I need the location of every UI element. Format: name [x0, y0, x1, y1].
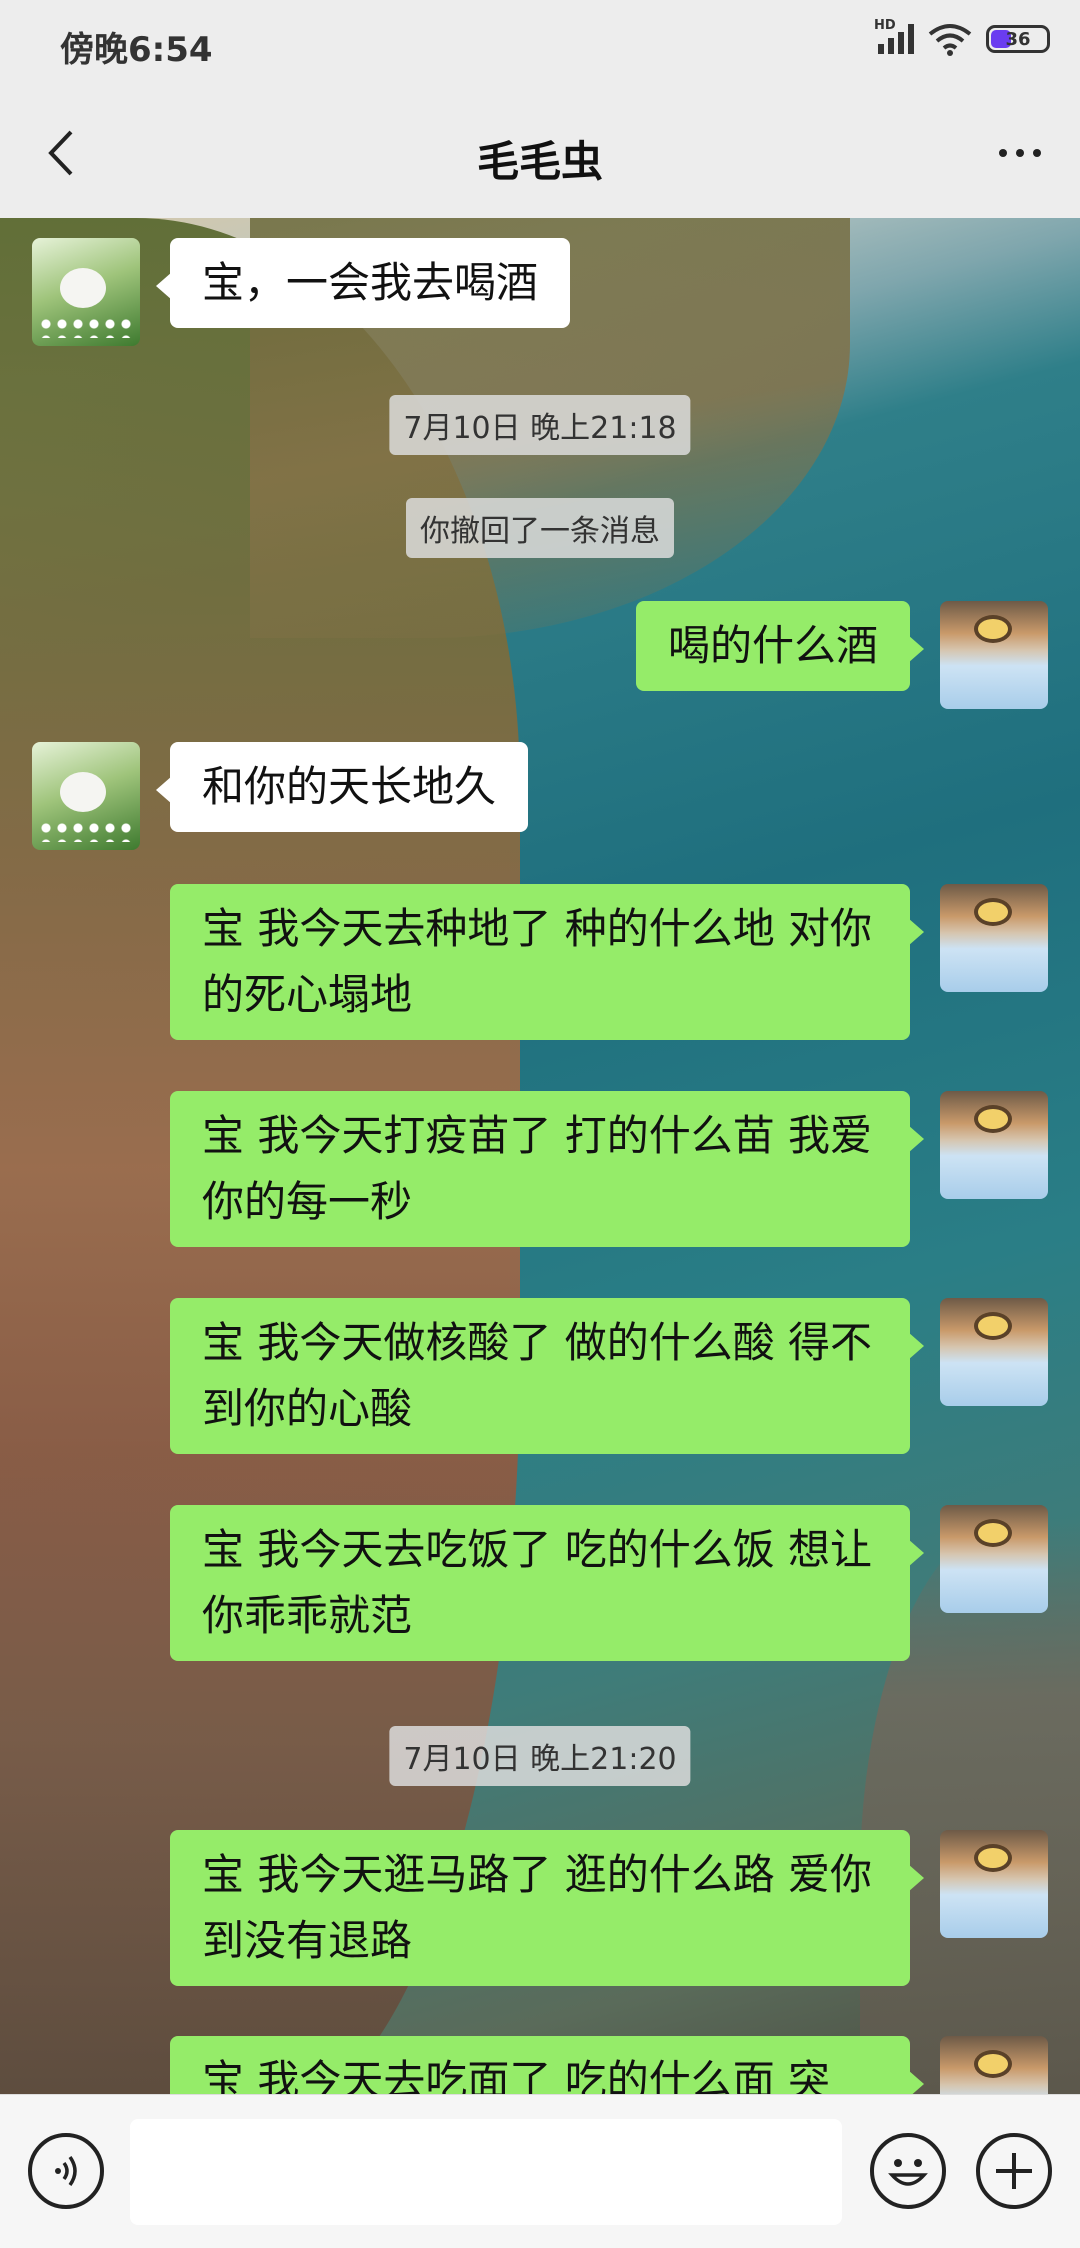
network-type-label: HD — [874, 18, 896, 33]
message-input[interactable] — [130, 2119, 842, 2225]
my-avatar[interactable] — [940, 1091, 1048, 1199]
signal-icon: HD — [874, 18, 914, 54]
wifi-icon — [928, 24, 972, 56]
message-bubble-peer[interactable]: 和你的天长地久 — [155, 742, 529, 832]
input-bar — [0, 2094, 1080, 2248]
battery-icon: 36 — [986, 25, 1050, 53]
voice-button[interactable] — [28, 2133, 104, 2209]
message-timestamp: 7月10日 晚上21:18 — [389, 395, 691, 455]
my-avatar[interactable] — [940, 2036, 1048, 2094]
battery-level: 36 — [1005, 28, 1031, 50]
emoji-icon — [888, 2159, 928, 2186]
peer-avatar[interactable] — [32, 238, 140, 346]
message-timestamp: 7月10日 晚上21:20 — [389, 1726, 691, 1786]
more-button[interactable] — [990, 128, 1050, 178]
status-time: 傍晚6:54 — [60, 30, 213, 70]
message-bubble-me[interactable]: 宝 我今天去吃饭了 吃的什么饭 想让你乖乖就范 — [170, 1505, 924, 1661]
my-avatar[interactable] — [940, 1830, 1048, 1938]
my-avatar[interactable] — [940, 1505, 1048, 1613]
chat-title: 毛毛虫 — [476, 137, 603, 186]
message-bubble-me[interactable]: 宝 我今天逛马路了 逛的什么路 爱你到没有退路 — [170, 1830, 924, 1986]
peer-avatar[interactable] — [32, 742, 140, 850]
status-bar: 傍晚6:54 HD 36 — [0, 0, 1080, 88]
my-avatar[interactable] — [940, 1298, 1048, 1406]
message-bubble-me[interactable]: 宝 我今天打疫苗了 打的什么苗 我爱你的每一秒 — [170, 1091, 924, 1247]
emoji-button[interactable] — [870, 2133, 946, 2209]
more-dots-icon — [999, 149, 1007, 157]
message-bubble-peer[interactable]: 宝，一会我去喝酒 — [155, 238, 571, 328]
message-bubble-me[interactable]: 宝 我今天做核酸了 做的什么酸 得不到你的心酸 — [170, 1298, 924, 1454]
title-bar: 毛毛虫 — [0, 88, 1080, 218]
status-icons: HD 36 — [874, 18, 1050, 56]
message-bubble-me[interactable]: 宝 我今天去吃面了 吃的什么面 突 — [170, 2036, 924, 2094]
message-bubble-me[interactable]: 喝的什么酒 — [635, 601, 925, 691]
voice-icon — [55, 2155, 77, 2187]
chat-area[interactable]: 宝，一会我去喝酒 7月10日 晚上21:18 你撤回了一条消息 喝的什么酒 和你… — [0, 218, 1080, 2094]
recall-notice: 你撤回了一条消息 — [406, 498, 674, 558]
message-bubble-me[interactable]: 宝 我今天去种地了 种的什么地 对你的死心塌地 — [170, 884, 924, 1040]
plus-icon — [996, 2153, 1032, 2189]
my-avatar[interactable] — [940, 601, 1048, 709]
plus-button[interactable] — [976, 2133, 1052, 2209]
my-avatar[interactable] — [940, 884, 1048, 992]
